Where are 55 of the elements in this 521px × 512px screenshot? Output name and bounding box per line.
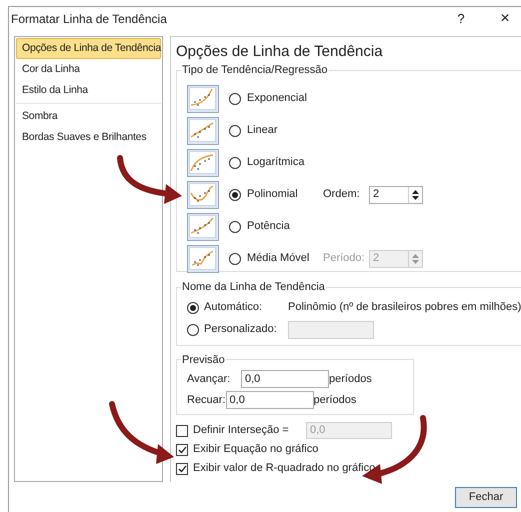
unit-label: períodos — [314, 392, 356, 408]
trendline-chart-icon — [187, 148, 219, 176]
checkbox[interactable] — [176, 424, 188, 436]
option-label: Polinomial — [247, 187, 299, 202]
option-label: Logarítmica — [247, 155, 306, 170]
checkbox[interactable] — [176, 444, 188, 456]
annotation-arrow — [117, 155, 182, 204]
field-label: Recuar: — [187, 392, 226, 408]
trendline-chart-icon — [187, 212, 219, 240]
caret-up-icon[interactable] — [412, 190, 419, 194]
trendline-chart-icon — [187, 244, 219, 272]
checkbox-label: Definir Interseção = — [193, 423, 290, 438]
help-button[interactable]: ? — [451, 9, 471, 29]
sidebar-item[interactable]: Estilo da Linha — [16, 80, 161, 101]
trendline-chart-icon — [187, 84, 219, 112]
radio-button[interactable] — [229, 92, 241, 104]
checkbox-label: Exibir Equação no gráfico — [193, 442, 318, 458]
input-field[interactable]: 0,0 — [241, 370, 329, 388]
radio-button[interactable] — [229, 220, 241, 232]
option-label: Linear — [247, 123, 279, 138]
trendline-name: Polinômio (nº de brasileiros pobres em milhões) — [288, 300, 521, 316]
radio-button[interactable] — [229, 188, 241, 200]
sidebar-item[interactable]: Sombra — [16, 106, 161, 127]
radio-button[interactable] — [229, 156, 241, 168]
checkbox[interactable] — [176, 462, 188, 474]
radio-button[interactable] — [187, 324, 199, 336]
field-label: Período: — [323, 251, 366, 266]
spin-field[interactable]: 2 — [369, 186, 423, 204]
field-label: Avançar: — [187, 372, 232, 387]
group-label: Tipo de Tendência/Regressão — [181, 63, 329, 78]
radio-button[interactable] — [229, 252, 241, 264]
close-dialog-button[interactable]: Fechar — [455, 487, 517, 508]
field-label: Ordem: — [323, 187, 361, 202]
close-button[interactable]: × — [495, 7, 515, 31]
panel-title: Opções de Linha de Tendência — [176, 43, 384, 61]
group-label: Previsão — [181, 352, 226, 368]
option-label: Exponencial — [247, 91, 308, 106]
window-title: Formatar Linha de Tendência — [11, 11, 168, 28]
option-label: Automático: — [204, 300, 264, 316]
name-field[interactable] — [288, 320, 374, 338]
option-label: Média Móvel — [247, 251, 310, 266]
sidebar-item[interactable]: Bordas Suaves e Brilhantes — [16, 127, 161, 148]
trendline-chart-icon — [187, 116, 219, 144]
sidebar-item[interactable]: Cor da Linha — [16, 59, 161, 80]
option-label: Personalizado: — [204, 322, 278, 338]
radio-button[interactable] — [229, 124, 241, 136]
radio-button[interactable] — [187, 302, 199, 314]
input-field[interactable]: 0,0 — [226, 391, 314, 409]
unit-label: períodos — [329, 372, 372, 387]
trendline-chart-icon — [187, 180, 219, 208]
caret-down-icon[interactable] — [412, 196, 419, 200]
group-label: Nome da Linha de Tendência — [181, 280, 326, 295]
annotation-arrow — [109, 401, 174, 464]
sidebar-item[interactable]: Opções de Linha de Tendência — [16, 38, 161, 59]
option-label: Potência — [247, 219, 291, 234]
